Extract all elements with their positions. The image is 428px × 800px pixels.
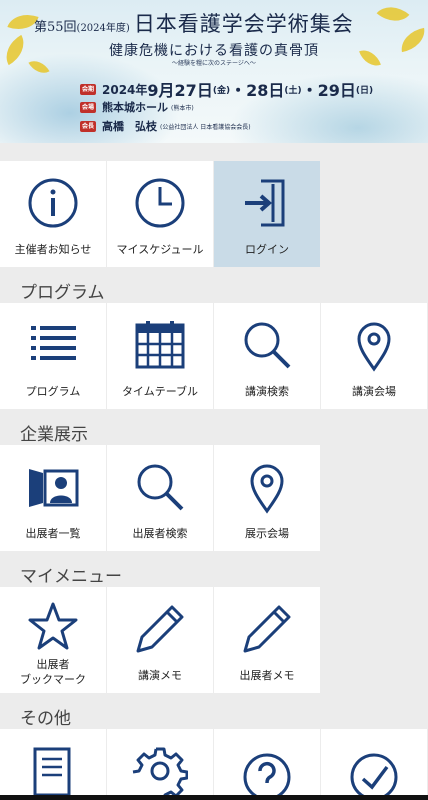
search-icon bbox=[107, 459, 213, 515]
conference-dates: 会期 2024年 9月 27日 (金) ・28日 (土) ・29日 (日) bbox=[80, 77, 373, 101]
tile-other-settings[interactable] bbox=[107, 729, 213, 800]
date-weekday-1: (金) bbox=[212, 85, 231, 96]
pencil-icon bbox=[214, 601, 320, 657]
date-month: 9月 bbox=[147, 81, 175, 100]
chair-organization: (公益社団法人 日本看護協会会長) bbox=[160, 123, 251, 131]
conference-theme: 健康危機における看護の真骨頂 bbox=[109, 43, 319, 59]
tile-label-line-1: 出展者 bbox=[36, 658, 70, 671]
date-weekday-3: (日) bbox=[355, 85, 374, 96]
event-banner: 第55回 (2024年度) 日本看護学会学術集会 健康危機における看護の真骨頂 … bbox=[0, 0, 428, 143]
help-icon bbox=[214, 743, 320, 799]
tile-exhibitor-list[interactable]: 出展者一覧 bbox=[0, 445, 106, 551]
tile-label: 主催者お知らせ bbox=[14, 243, 92, 256]
conference-venue: 会場 熊本城ホール (熊本市) bbox=[80, 99, 194, 115]
exhibitor-icon bbox=[0, 459, 106, 515]
program-row: プログラム タイムテーブル 講演検索 講演会場 bbox=[0, 303, 428, 409]
tile-timetable[interactable]: タイムテーブル bbox=[107, 303, 213, 409]
map-pin-icon bbox=[214, 459, 320, 515]
chair-name: 高橋 弘枝 bbox=[102, 120, 157, 133]
tile-label: 講演メモ bbox=[138, 669, 182, 682]
conference-chair: 会長 高橋 弘枝 (公益社団法人 日本看護協会会長) bbox=[80, 118, 251, 134]
tile-program[interactable]: プログラム bbox=[0, 303, 106, 409]
tile-label: プログラム bbox=[25, 385, 81, 398]
tile-lecture-memo[interactable]: 講演メモ bbox=[107, 587, 213, 693]
chair-tag: 会長 bbox=[80, 120, 96, 132]
pencil-icon bbox=[107, 601, 213, 657]
exhibit-row: 出展者一覧 出展者検索 展示会場 bbox=[0, 445, 321, 551]
list-icon bbox=[0, 317, 106, 373]
top-menu-row: 主催者お知らせ マイスケジュール ログイン bbox=[0, 161, 321, 267]
search-icon bbox=[214, 317, 320, 373]
mymenu-row: 出展者 ブックマーク 講演メモ 出展者メモ bbox=[0, 587, 321, 693]
tile-my-schedule[interactable]: マイスケジュール bbox=[107, 161, 213, 267]
date-tag: 会期 bbox=[80, 83, 96, 95]
tile-exhibitor-memo[interactable]: 出展者メモ bbox=[214, 587, 320, 693]
conference-title: 第55回 (2024年度) 日本看護学会学術集会 bbox=[34, 8, 354, 38]
tile-lecture-search[interactable]: 講演検索 bbox=[214, 303, 320, 409]
clock-icon bbox=[107, 175, 213, 231]
calendar-icon bbox=[107, 317, 213, 373]
tile-exhibit-venue[interactable]: 展示会場 bbox=[214, 445, 320, 551]
date-year: 2024年 bbox=[102, 82, 148, 97]
other-row bbox=[0, 729, 428, 800]
date-weekday-2: (土) bbox=[284, 85, 302, 96]
bottom-bar bbox=[0, 795, 428, 800]
tile-label: 出展者 ブックマーク bbox=[0, 657, 106, 687]
venue-city: (熊本市) bbox=[171, 104, 194, 112]
tile-other-check[interactable] bbox=[321, 729, 427, 800]
tile-label: タイムテーブル bbox=[121, 385, 199, 398]
tile-label: 講演検索 bbox=[245, 385, 289, 398]
tile-exhibitor-search[interactable]: 出展者検索 bbox=[107, 445, 213, 551]
tile-label: マイスケジュール bbox=[116, 243, 204, 256]
edition-year: (2024年度) bbox=[76, 23, 130, 34]
star-icon bbox=[0, 599, 106, 655]
conference-subtheme: 〜経験を糧に次のステージへ〜 bbox=[172, 60, 256, 67]
gear-icon bbox=[107, 743, 213, 799]
check-icon bbox=[321, 743, 427, 799]
section-mymenu-heading: マイメニュー bbox=[20, 567, 122, 587]
edition-number: 第55回 bbox=[34, 20, 77, 35]
venue-tag: 会場 bbox=[80, 101, 96, 113]
tile-label: 出展者一覧 bbox=[25, 527, 81, 540]
tile-label: 出展者メモ bbox=[239, 669, 295, 682]
date-day-3: ・29日 bbox=[301, 81, 356, 100]
tile-organizer-news[interactable]: 主催者お知らせ bbox=[0, 161, 106, 267]
section-program-heading: プログラム bbox=[20, 283, 105, 303]
info-icon bbox=[0, 175, 106, 231]
tile-login[interactable]: ログイン bbox=[214, 161, 320, 267]
section-exhibit-heading: 企業展示 bbox=[20, 425, 88, 445]
tile-label-line-2: ブックマーク bbox=[20, 673, 86, 686]
venue-name: 熊本城ホール bbox=[102, 101, 168, 114]
tile-other-document[interactable] bbox=[0, 729, 106, 800]
tile-label: 展示会場 bbox=[245, 527, 289, 540]
section-other-heading: その他 bbox=[20, 709, 71, 729]
document-icon bbox=[0, 743, 106, 799]
login-icon bbox=[214, 175, 320, 231]
main-title: 日本看護学会学術集会 bbox=[133, 12, 354, 36]
tile-lecture-venue[interactable]: 講演会場 bbox=[321, 303, 427, 409]
tile-label: 出展者検索 bbox=[132, 527, 188, 540]
map-pin-icon bbox=[321, 317, 427, 373]
tile-exhibitor-bookmark[interactable]: 出展者 ブックマーク bbox=[0, 587, 106, 693]
tile-other-help[interactable] bbox=[214, 729, 320, 800]
date-day-2: ・28日 bbox=[230, 81, 285, 100]
date-day-1: 27日 bbox=[174, 81, 213, 100]
tile-label: 講演会場 bbox=[352, 385, 396, 398]
tile-label: ログイン bbox=[245, 243, 289, 256]
